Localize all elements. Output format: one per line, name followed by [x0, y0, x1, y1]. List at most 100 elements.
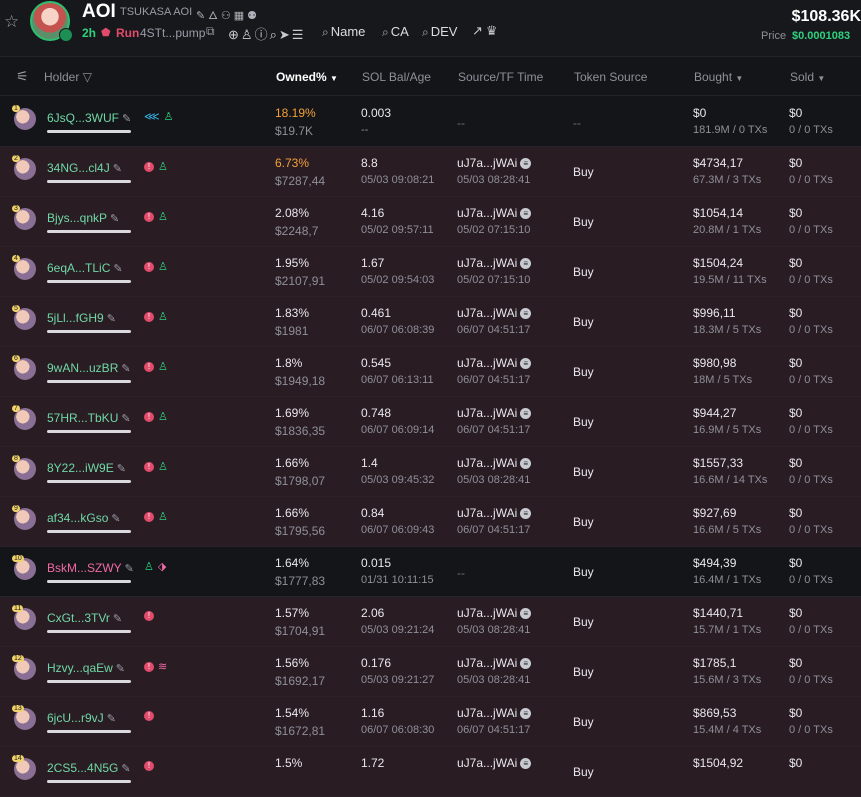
edit-icon[interactable]: ✎ [113, 163, 122, 175]
search-icon: ⌕ [322, 25, 329, 39]
holder-address[interactable]: Hzvy...qaEw ✎ [47, 661, 125, 675]
external-link-icon[interactable]: ↗ [472, 23, 486, 38]
holder-address[interactable]: 6JsQ...3WUF ✎ [47, 111, 131, 125]
table-row[interactable]: 12 Hzvy...qaEw ✎! ≋ 1.56% $1692,17 0.176 05/03 … [0, 647, 861, 697]
holder-address-text: Bjys...qnkP [47, 211, 108, 225]
warning-icon[interactable]: ⓘ [255, 27, 270, 42]
funding-source[interactable]: uJ7a...jWAi ≡ [457, 706, 532, 720]
col-owned[interactable]: Owned% ▼ [276, 70, 338, 84]
telegram-icon[interactable]: ➤ [279, 27, 292, 42]
sliders-icon[interactable]: ⚟ [16, 68, 29, 85]
exchange-icon: ≡ [520, 258, 532, 270]
table-row[interactable]: 13 6jcU...r9vJ ✎! 1.54% $1672,81 1.16 06/07 06… [0, 697, 861, 747]
list-icon[interactable]: ☰ [292, 27, 306, 42]
table-row[interactable]: 4 6eqA...TLiC ✎! ♙ 1.95% $2107,91 1.67 05/02 09… [0, 247, 861, 297]
table-row[interactable]: 14 2CS5...4N5G ✎! 1.5% 1.72 uJ7a...jWAi ≡ Buy $1… [0, 747, 861, 797]
owned-usd: $1777,83 [275, 574, 326, 588]
table-row[interactable]: 7 57HR...TbKU ✎! ♙ 1.69% $1836,35 0.748 06/07 0… [0, 397, 861, 447]
edit-icon[interactable]: ✎ [111, 513, 120, 525]
edit-icon[interactable]: ✎ [122, 113, 131, 125]
table-row[interactable]: 10 BskM...SZWY ✎ ♙ ⬗ 1.64% $1777,83 0.015 01/31 … [0, 547, 861, 597]
rank-badge: 12 [12, 655, 24, 662]
search-name-button[interactable]: ⌕ Name [322, 24, 365, 40]
edit-icon[interactable]: ✎ [113, 263, 122, 275]
alert-icon: ! [144, 662, 154, 673]
sort-icon: ▼ [817, 74, 826, 83]
funding-source[interactable]: uJ7a...jWAi ≡ [457, 156, 532, 170]
token-source: Buy [573, 765, 594, 779]
holder-tags: ! ≋ [144, 660, 171, 673]
col-bought[interactable]: Bought ▼ [694, 70, 743, 84]
search-icon[interactable]: ⌕ [270, 27, 279, 42]
edit-icon[interactable]: ✎ [107, 713, 116, 725]
holder-address[interactable]: 5jLl...fGH9 ✎ [47, 311, 116, 325]
holder-address[interactable]: 2CS5...4N5G ✎ [47, 761, 131, 775]
edit-icon[interactable]: ✎ [113, 613, 122, 625]
funding-source[interactable]: uJ7a...jWAi ≡ [457, 206, 532, 220]
table-row[interactable]: 3 Bjys...qnkP ✎! ♙ 2.08% $2248,7 4.16 05/02 09:… [0, 197, 861, 247]
col-sol-bal[interactable]: SOL Bal/Age [362, 70, 431, 84]
sort-desc-icon: ▼ [330, 74, 338, 83]
funding-source[interactable]: uJ7a...jWAi ≡ [457, 356, 532, 370]
filter-icon[interactable]: ▽ [83, 70, 92, 84]
funding-source[interactable]: uJ7a...jWAi ≡ [457, 656, 532, 670]
edit-icon[interactable]: ✎ [116, 663, 125, 675]
funding-source[interactable]: uJ7a...jWAi ≡ [457, 406, 532, 420]
holder-address[interactable]: CxGt...3TVr ✎ [47, 611, 122, 625]
user-icon[interactable]: ♙ [241, 27, 255, 42]
star-icon[interactable]: ☆ [4, 12, 19, 32]
col-source[interactable]: Source/TF Time [458, 70, 543, 84]
funding-source[interactable]: uJ7a...jWAi ≡ [457, 606, 532, 620]
people-icon: ⚉ [247, 10, 260, 22]
flame-icon: 🜂 [208, 10, 221, 22]
globe-icon[interactable]: ⊕ [228, 27, 241, 42]
funding-source[interactable]: uJ7a...jWAi ≡ [457, 506, 532, 520]
holder-address[interactable]: 34NG...cl4J ✎ [47, 161, 122, 175]
funding-source: -- [457, 116, 465, 130]
search-icon: ⌕ [382, 25, 389, 39]
edit-icon[interactable]: ✎ [121, 413, 130, 425]
exchange-icon: ≡ [520, 458, 532, 470]
table-row[interactable]: 8 8Y22...iW9E ✎! ♙ 1.66% $1798,07 1.4 05/03 09:… [0, 447, 861, 497]
funding-source[interactable]: uJ7a...jWAi ≡ [457, 256, 532, 270]
edit-icon[interactable]: ✎ [121, 363, 130, 375]
copy-icon[interactable]: ⧉ [206, 24, 215, 39]
table-row[interactable]: 5 5jLl...fGH9 ✎! ♙ 1.83% $1981 0.461 06/07 06:0… [0, 297, 861, 347]
edit-icon[interactable]: ✎ [107, 313, 116, 325]
holder-address[interactable]: af34...kGso ✎ [47, 511, 121, 525]
funding-source[interactable]: uJ7a...jWAi ≡ [457, 456, 532, 470]
rank-badge: 5 [12, 305, 20, 312]
holder-address[interactable]: 8Y22...iW9E ✎ [47, 461, 126, 475]
holder-address[interactable]: 9wAN...uzBR ✎ [47, 361, 131, 375]
token-address[interactable]: 4STt...pump [140, 26, 205, 40]
token-source: Buy [573, 165, 594, 179]
table-row[interactable]: 1 6JsQ...3WUF ✎ ⋘ ♙ 18.19% $19.7K 0.003 -- -- -- $0… [0, 97, 861, 147]
edit-icon[interactable]: ✎ [121, 763, 130, 775]
sold-detail: 0 / 0 TXs [789, 524, 833, 536]
holder-address[interactable]: 6eqA...TLiC ✎ [47, 261, 123, 275]
owned-percent: 1.66% [275, 456, 310, 470]
search-dev-button[interactable]: ⌕ DEV [422, 24, 457, 40]
table-row[interactable]: 2 34NG...cl4J ✎! ♙ 6.73% $7287,44 8.8 05/03 09:… [0, 147, 861, 197]
funding-source[interactable]: uJ7a...jWAi ≡ [457, 306, 532, 320]
table-row[interactable]: 9 af34...kGso ✎! ♙ 1.66% $1795,56 0.84 06/07 06… [0, 497, 861, 547]
holder-address[interactable]: 57HR...TbKU ✎ [47, 411, 131, 425]
rank-badge: 8 [12, 455, 20, 462]
crown-icon[interactable]: ♛ [486, 23, 501, 38]
edit-icon[interactable]: ✎ [110, 213, 119, 225]
edit-icon[interactable]: ✎ [117, 463, 126, 475]
holder-address[interactable]: 6jcU...r9vJ ✎ [47, 711, 116, 725]
col-sold[interactable]: Sold ▼ [790, 70, 825, 84]
funding-source[interactable]: uJ7a...jWAi ≡ [457, 756, 532, 770]
table-row[interactable]: 6 9wAN...uzBR ✎! ♙ 1.8% $1949,18 0.545 06/07 06… [0, 347, 861, 397]
col-holder[interactable]: Holder ▽ [44, 70, 92, 84]
holder-address[interactable]: Bjys...qnkP ✎ [47, 211, 119, 225]
table-row[interactable]: 11 CxGt...3TVr ✎! 1.57% $1704,91 2.06 05/03 09… [0, 597, 861, 647]
edit-icon[interactable]: ✎ [196, 10, 208, 22]
search-ca-button[interactable]: ⌕ CA [382, 24, 409, 40]
edit-icon[interactable]: ✎ [125, 563, 134, 575]
funding-time: 06/07 04:51:17 [457, 524, 531, 536]
col-token-source[interactable]: Token Source [574, 70, 647, 84]
holder-address[interactable]: BskM...SZWY ✎ [47, 561, 134, 575]
holder-address-text: CxGt...3TVr [47, 611, 110, 625]
